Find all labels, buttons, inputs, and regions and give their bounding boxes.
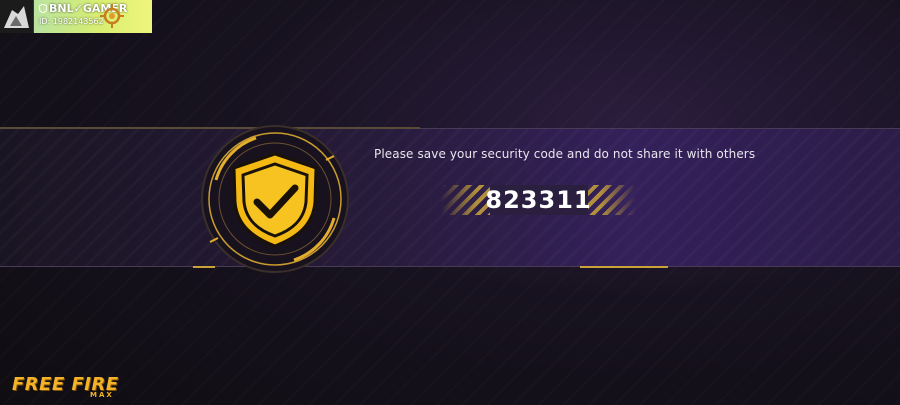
security-code[interactable]: 823311 <box>441 185 636 215</box>
security-message: Please save your security code and do no… <box>374 147 756 161</box>
shield-check-icon <box>201 125 349 273</box>
logo-title: FREE FIRE <box>12 374 119 395</box>
rank-emblem-icon <box>100 4 124 28</box>
avatar[interactable] <box>0 0 34 33</box>
avatar-icon <box>0 0 33 33</box>
player-id: ID: 1982143562 <box>39 17 104 26</box>
profile-banner: BNL✓GAMER ID: 1982143562 <box>34 0 152 33</box>
accent-line <box>580 266 668 268</box>
player-profile-badge[interactable]: BNL✓GAMER ID: 1982143562 <box>0 0 152 33</box>
verified-icon <box>39 4 47 13</box>
logo-subtitle: MAX <box>90 391 114 399</box>
security-shield <box>196 120 354 278</box>
game-logo: FREE FIRE MAX <box>12 374 144 402</box>
